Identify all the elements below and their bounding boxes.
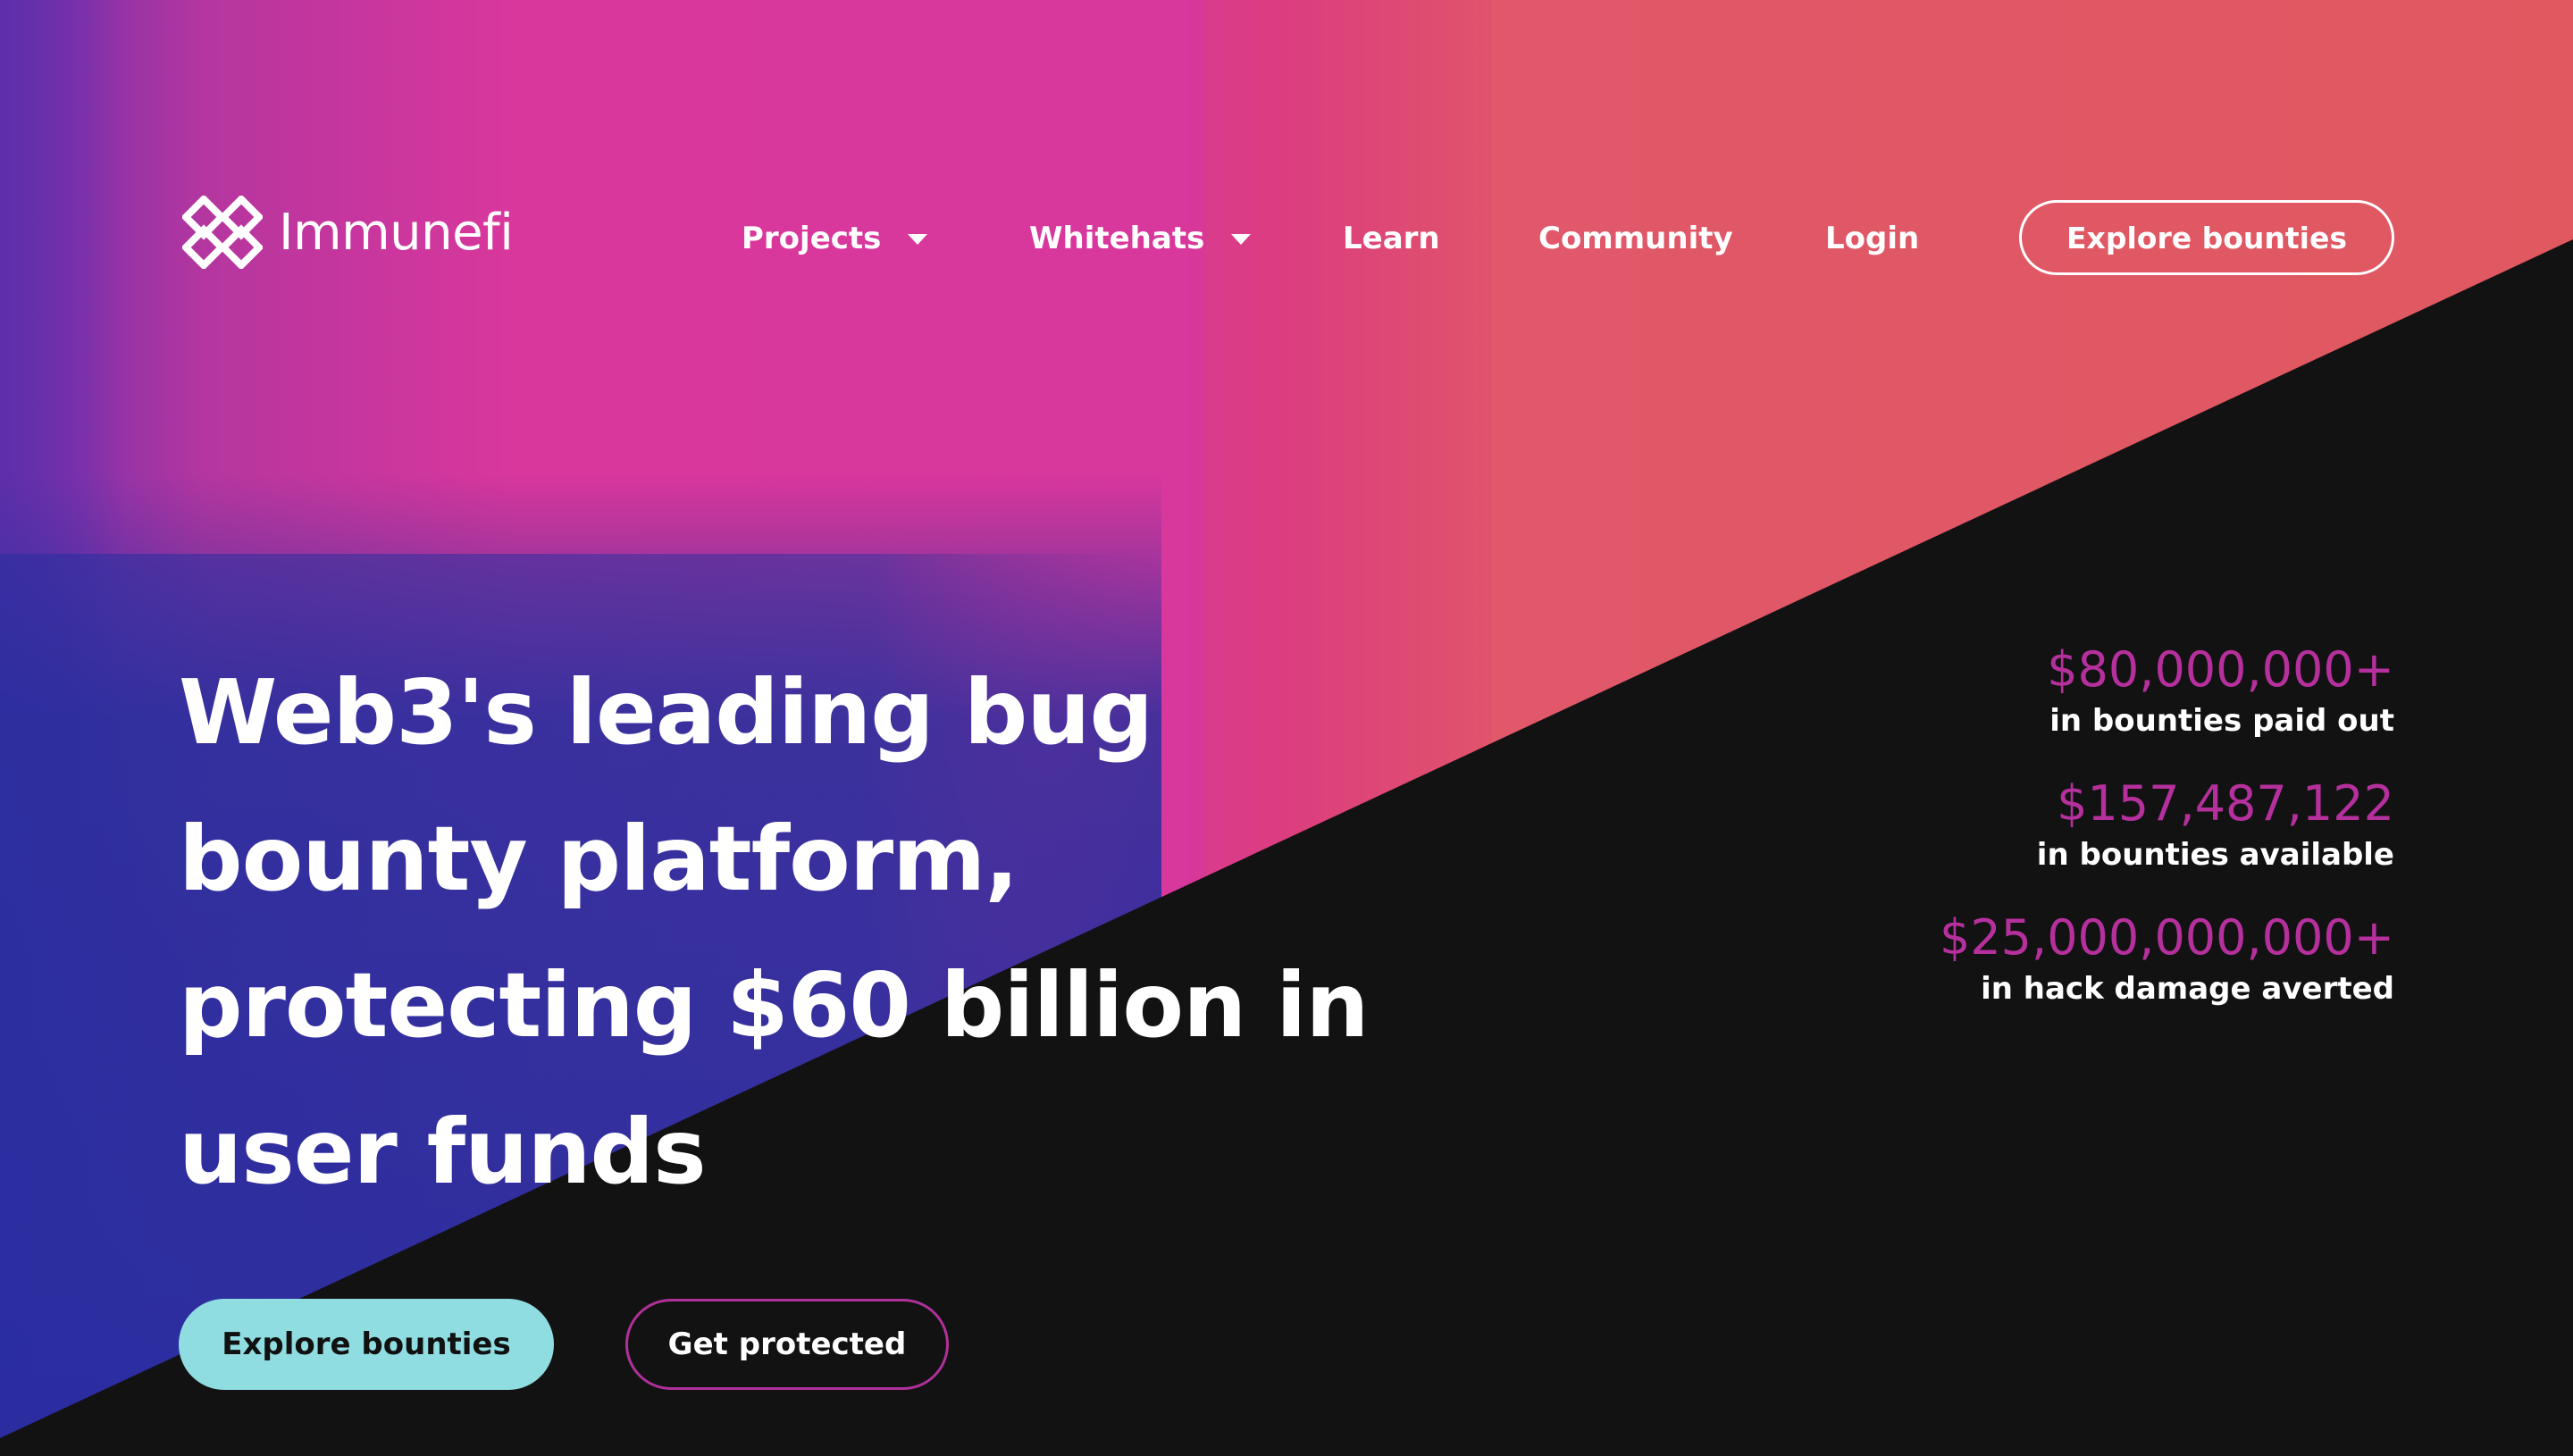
nav-community-label: Community [1538, 221, 1733, 256]
hero-headline: Web3's leading bug bounty platform, prot… [179, 660, 1370, 1204]
landing-page: Immunefi Projects Whitehats Learn Commun… [0, 0, 2573, 1456]
explore-bounties-button[interactable]: Explore bounties [179, 1299, 554, 1390]
stats-panel: $80,000,000+ in bounties paid out $157,4… [1590, 640, 2394, 1042]
nav-learn-label: Learn [1343, 221, 1440, 256]
get-protected-button[interactable]: Get protected [625, 1299, 949, 1390]
immunefi-logo-icon [182, 196, 263, 269]
nav-explore-bounties-button[interactable]: Explore bounties [2019, 200, 2394, 275]
stat-label: in bounties available [2036, 837, 2394, 873]
stat-bounties-available: $157,487,122 in bounties available [1590, 774, 2394, 875]
nav-projects-label: Projects [742, 221, 882, 256]
stat-label: in hack damage averted [1981, 971, 2394, 1007]
nav-projects[interactable]: Projects [742, 214, 928, 263]
nav-login-label: Login [1825, 221, 1920, 256]
nav-community[interactable]: Community [1538, 214, 1733, 263]
brand-name: Immunefi [279, 203, 514, 262]
nav-whitehats[interactable]: Whitehats [1029, 214, 1252, 263]
nav-learn[interactable]: Learn [1343, 214, 1440, 263]
stat-damage-averted: $25,000,000,000+ in hack damage averted [1590, 908, 2394, 1009]
stat-label: in bounties paid out [2049, 703, 2394, 739]
nav-whitehats-label: Whitehats [1029, 221, 1205, 256]
stat-bounties-paid: $80,000,000+ in bounties paid out [1590, 640, 2394, 741]
stat-value: $25,000,000,000+ [1939, 909, 2394, 966]
chevron-down-icon [908, 234, 928, 245]
brand-logo[interactable]: Immunefi [182, 195, 514, 270]
stat-value: $157,487,122 [2057, 775, 2394, 832]
nav-login[interactable]: Login [1825, 214, 1919, 263]
chevron-down-icon [1231, 234, 1252, 245]
stat-value: $80,000,000+ [2047, 641, 2394, 698]
